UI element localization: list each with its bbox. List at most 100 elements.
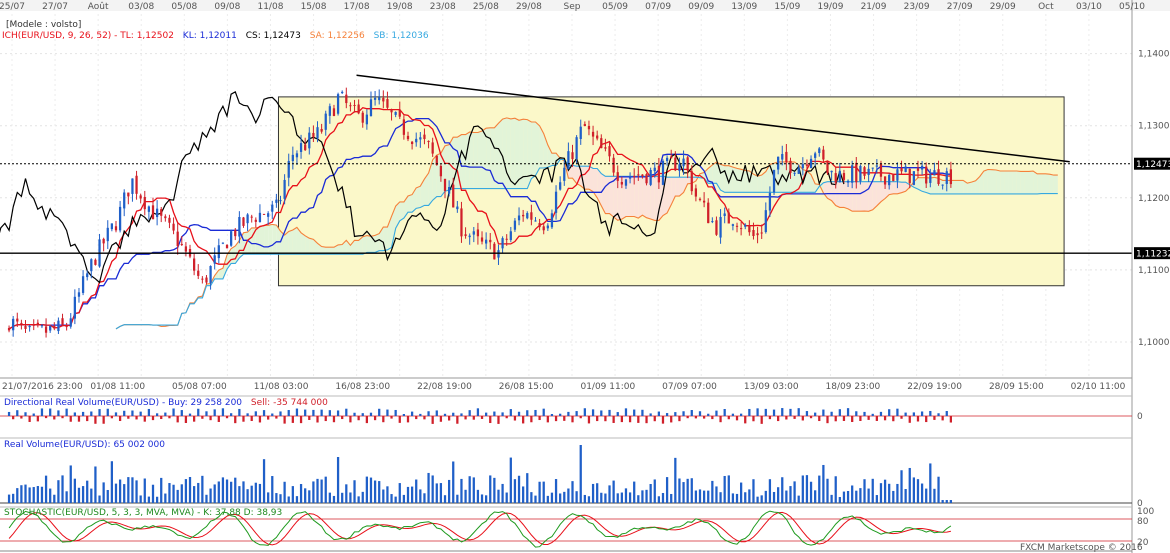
vol-bar — [530, 492, 533, 503]
cloud-segment — [301, 232, 306, 255]
candle-body — [480, 237, 484, 242]
vol-bar — [386, 486, 389, 503]
top-date-label: 27/09 — [947, 2, 973, 12]
vol-bar — [781, 477, 784, 503]
candle-body — [838, 171, 841, 183]
vol-bar — [674, 457, 677, 503]
candle-body — [538, 223, 541, 228]
candle-body — [365, 114, 368, 125]
candle-body — [472, 231, 475, 235]
candle-body — [275, 199, 278, 203]
vol-bar — [341, 492, 344, 503]
vol-bar — [308, 490, 311, 503]
candle-body — [7, 328, 11, 331]
vol-bar — [892, 490, 895, 503]
vol-bar — [620, 492, 623, 503]
bottom-date-label: 07/09 07:00 — [662, 382, 717, 392]
vol-bar — [645, 489, 648, 503]
candle-body — [916, 168, 920, 171]
candle-body — [485, 239, 488, 244]
top-date-label: 25/08 — [473, 2, 499, 12]
vol-bar — [925, 488, 928, 503]
cloud-segment — [494, 123, 499, 189]
candle-body — [410, 141, 414, 145]
candle-body — [760, 232, 763, 234]
cloud-segment — [1000, 170, 1005, 194]
vol-bar — [151, 484, 155, 503]
vol-bar — [723, 475, 726, 503]
candle-body — [271, 204, 274, 212]
candle-body — [563, 167, 566, 181]
vol-bar — [32, 487, 35, 503]
vol-bar — [505, 492, 508, 503]
vol-bar — [123, 484, 126, 503]
bottom-date-label: 28/09 15:00 — [989, 382, 1044, 392]
cloud-segment — [498, 119, 503, 189]
vol-bar — [546, 495, 549, 503]
vol-bar — [534, 495, 537, 503]
vol-bar — [571, 481, 574, 503]
vol-bar — [267, 492, 270, 503]
candle-body — [316, 127, 319, 139]
candle-body — [871, 167, 874, 169]
vol-bar — [633, 481, 636, 503]
candle-body — [291, 154, 294, 162]
candle-body — [628, 176, 632, 179]
cloud-segment — [588, 166, 594, 192]
candle-body — [830, 170, 833, 173]
vol-bar — [439, 483, 443, 503]
vol-bar — [756, 496, 759, 503]
vol-bar — [735, 493, 739, 503]
vol-bar — [587, 496, 591, 503]
vol-bar — [949, 500, 953, 503]
vol-bar — [143, 478, 146, 503]
vol-bar — [114, 483, 118, 503]
vol-bar — [472, 477, 475, 503]
vol-bar — [435, 483, 438, 503]
vol-bar — [287, 496, 290, 503]
price-chart-svg[interactable]: 1,12473 1,11232 25/07 27/07 Août 03/08 05/08 0… — [0, 0, 1170, 553]
candle-body — [61, 318, 64, 325]
candle-body — [32, 324, 35, 326]
vol-bar — [324, 476, 327, 503]
sa-value: SA: 1,12256 — [310, 31, 365, 41]
candle-body — [217, 245, 220, 259]
candle-body — [205, 277, 208, 283]
candle-body — [723, 213, 726, 216]
candle-body — [526, 213, 529, 219]
vol-bar — [98, 495, 101, 503]
candle-body — [69, 318, 72, 327]
vol-bar — [423, 493, 426, 503]
vol-bar — [624, 488, 628, 503]
candle-body — [254, 219, 257, 222]
dvol-title: Directional Real Volume(EUR/USD) - Buy: … — [4, 398, 328, 408]
vol-bar — [526, 473, 529, 503]
candle-body — [731, 224, 735, 226]
support-label: 1,11232 — [1136, 250, 1170, 260]
candle-body — [752, 230, 755, 236]
vol-bar — [777, 487, 780, 503]
vol-bar — [365, 476, 368, 503]
cloud-segment — [1037, 173, 1042, 194]
top-date-label: 05/10 — [1119, 2, 1145, 12]
vol-bar — [933, 488, 936, 503]
vol-bar — [188, 476, 192, 503]
cloud-segment — [407, 194, 413, 213]
candle-body — [357, 104, 360, 114]
candle-body — [559, 182, 562, 190]
candle-body — [308, 132, 311, 149]
candle-body — [777, 156, 780, 170]
vol-bar — [230, 481, 233, 503]
candle-body — [192, 258, 196, 271]
cloud-segment — [292, 227, 297, 255]
cloud-segment — [288, 230, 293, 255]
candle-body — [386, 99, 389, 108]
bottom-date-label: 01/09 11:00 — [580, 382, 635, 392]
cloud-segment — [259, 225, 265, 255]
candle-body — [785, 151, 788, 163]
vol-bar — [328, 492, 331, 503]
candle-body — [554, 191, 558, 213]
candle-body — [925, 166, 928, 184]
vol-bar — [612, 480, 615, 503]
vol-bar — [160, 477, 163, 503]
